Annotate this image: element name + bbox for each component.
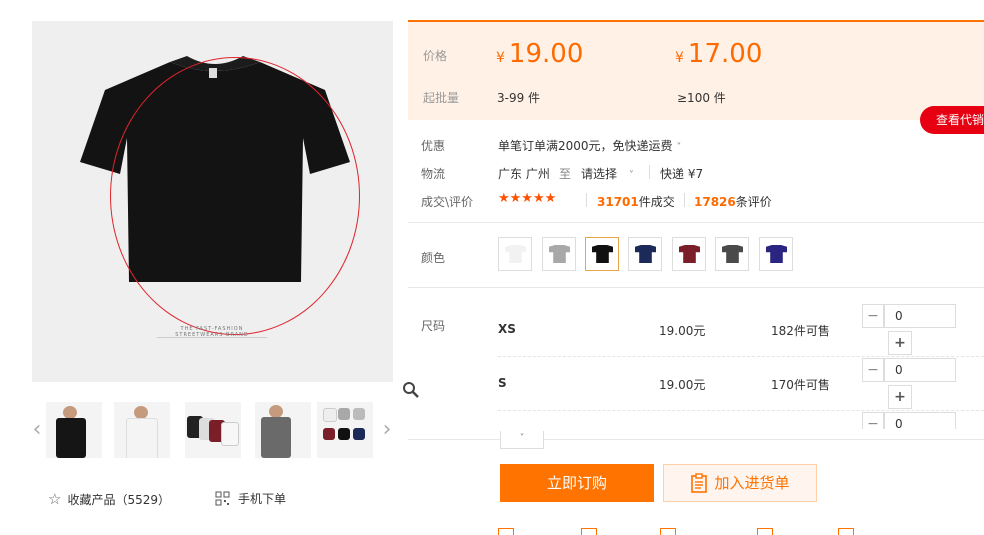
row-divider	[498, 410, 984, 411]
from-location: 广东 广州	[498, 167, 550, 181]
qty-plus-button[interactable]: +	[888, 385, 912, 409]
tier1-range: 3-99 件	[497, 91, 541, 105]
promo-text[interactable]: 单笔订单满2000元，免快递运费 ˅	[498, 137, 681, 154]
rating-stars-icon: ★★★★★	[498, 191, 557, 206]
mobile-label: 手机下单	[238, 492, 287, 506]
row-divider	[498, 356, 984, 357]
t-shirt-icon	[505, 245, 526, 263]
thumbnail[interactable]	[46, 402, 102, 458]
color-swatch-black[interactable]	[585, 237, 619, 271]
view-agent-button[interactable]: 查看代销	[920, 106, 984, 134]
t-shirt-icon	[549, 245, 570, 263]
star-outline-icon: ☆	[48, 490, 62, 508]
color-swatch-gray[interactable]	[542, 237, 576, 271]
thumbnail[interactable]	[114, 402, 170, 458]
tier1-price: ¥19.00	[496, 39, 584, 69]
size-row-partial: − 0	[862, 412, 956, 429]
caption-rule	[157, 337, 267, 340]
price-label: 价格	[423, 49, 448, 63]
size-price: 19.00元	[659, 324, 706, 338]
separator	[649, 165, 650, 179]
t-shirt-icon	[766, 245, 787, 263]
clipboard-icon	[691, 473, 708, 493]
color-swatch-burgundy[interactable]	[672, 237, 706, 271]
divider	[408, 222, 984, 223]
size-stock: 182件可售	[771, 324, 830, 338]
deal-count[interactable]: 31701件成交	[597, 193, 675, 210]
thumb-next-icon[interactable]: ›	[380, 410, 394, 450]
main-product-image[interactable]: THE FAST-FASHION STREETWEARS BRAND	[32, 21, 423, 402]
divider	[408, 287, 984, 288]
color-swatch-white[interactable]	[498, 237, 532, 271]
tier2-price: ¥17.00	[675, 39, 763, 69]
shipping-fee: 快递 ¥7	[660, 167, 704, 181]
to-word: 至	[559, 167, 572, 181]
color-label: 颜色	[421, 251, 446, 265]
chevron-down-icon: ˅	[628, 170, 634, 181]
qty-input[interactable]: 0	[884, 358, 956, 382]
size-stock: 170件可售	[771, 378, 830, 392]
qty-plus-button[interactable]: +	[888, 331, 912, 355]
qty-input[interactable]: 0	[884, 304, 956, 328]
destination-select[interactable]: 请选择 ˅	[581, 165, 634, 182]
highlight-circle	[110, 57, 360, 335]
batch-label: 起批量	[423, 91, 460, 105]
separator	[684, 193, 685, 207]
thumbnail[interactable]	[255, 402, 311, 458]
favorite-label: 收藏产品（5529）	[67, 492, 170, 507]
t-shirt-icon	[679, 245, 700, 263]
thumb-prev-icon[interactable]: ‹	[30, 410, 44, 450]
thumbnail[interactable]	[317, 402, 373, 458]
tier2-range: ≥100 件	[677, 91, 726, 105]
expand-chevron-icon[interactable]: ˅	[500, 431, 544, 449]
color-swatch-charcoal[interactable]	[715, 237, 749, 271]
color-swatch-navy[interactable]	[628, 237, 662, 271]
order-now-button[interactable]: 立即订购	[500, 464, 654, 502]
promo-label: 优惠	[421, 139, 446, 153]
favorite-button[interactable]: ☆ 收藏产品（5529）	[48, 490, 170, 508]
add-to-cart-label: 加入进货单	[714, 474, 790, 492]
color-swatch-royal-blue[interactable]	[759, 237, 793, 271]
t-shirt-icon	[635, 245, 656, 263]
review-count[interactable]: 17826条评价	[694, 193, 772, 210]
size-label: 尺码	[421, 319, 446, 333]
zoom-icon[interactable]	[399, 378, 423, 402]
logistics-label: 物流	[421, 167, 446, 181]
qty-input[interactable]: 0	[884, 412, 956, 429]
divider	[408, 439, 984, 440]
size-name: S	[498, 376, 507, 390]
t-shirt-icon	[592, 245, 613, 263]
qr-code-icon	[215, 491, 230, 506]
separator	[586, 193, 587, 207]
deals-label: 成交\评价	[421, 195, 474, 209]
add-to-cart-button[interactable]: 加入进货单	[663, 464, 817, 502]
thumbnail[interactable]	[185, 402, 241, 458]
chevron-down-icon: ˅	[676, 142, 682, 153]
mobile-order-button[interactable]: 手机下单	[215, 490, 286, 507]
qty-minus-button[interactable]: −	[862, 358, 884, 382]
qty-minus-button[interactable]: −	[862, 412, 884, 429]
qty-minus-button[interactable]: −	[862, 304, 884, 328]
t-shirt-icon	[722, 245, 743, 263]
size-name: XS	[498, 322, 516, 336]
size-price: 19.00元	[659, 378, 706, 392]
